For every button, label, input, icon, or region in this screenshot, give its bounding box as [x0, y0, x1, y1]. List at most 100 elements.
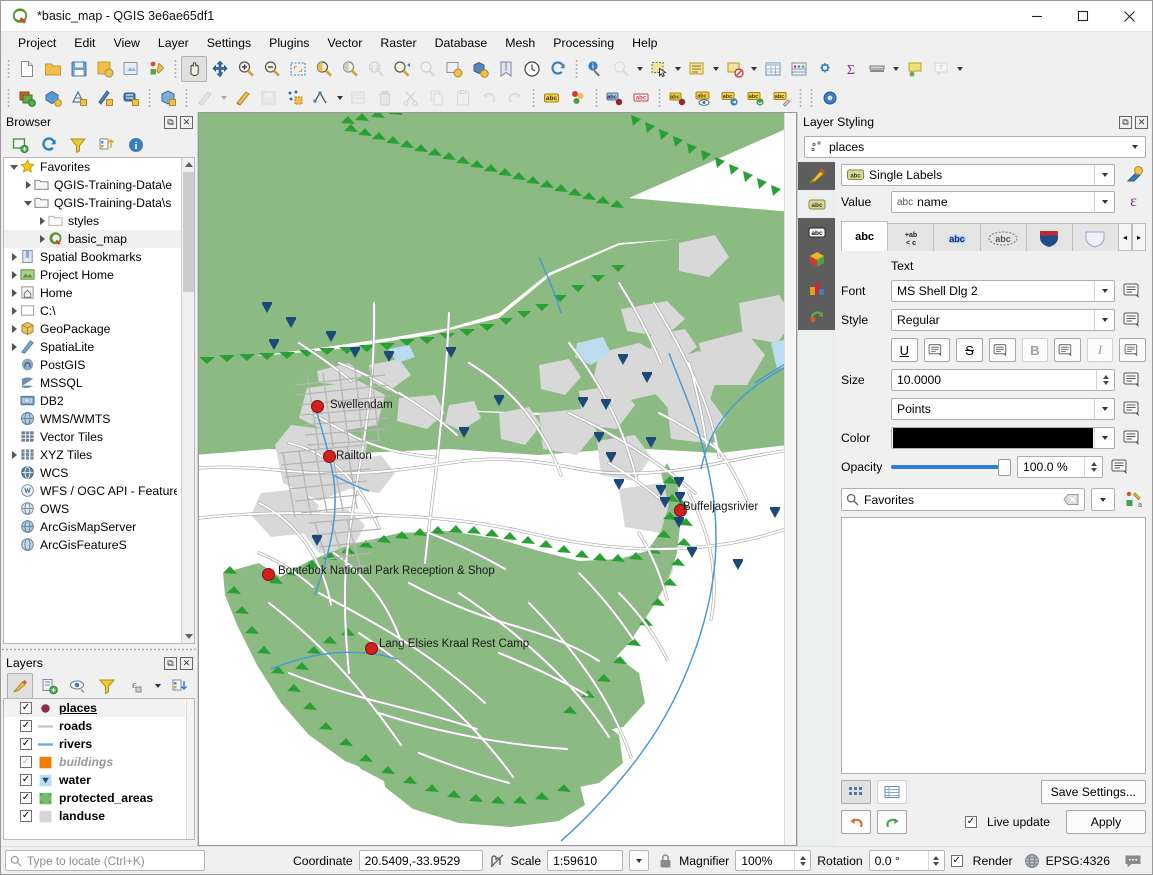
icon-view-button[interactable] — [841, 780, 871, 804]
digitize-grip[interactable] — [146, 87, 153, 109]
save-layer-edits-icon[interactable] — [256, 85, 282, 111]
zoom-next-icon[interactable] — [415, 56, 441, 82]
tree-expander[interactable] — [8, 341, 20, 353]
refresh-icon[interactable] — [545, 56, 571, 82]
messages-icon[interactable] — [1124, 853, 1142, 869]
zoom-to-layer-icon[interactable] — [337, 56, 363, 82]
expression-filter-icon[interactable]: ε — [123, 673, 149, 699]
toggle-editing-icon[interactable] — [230, 85, 256, 111]
delete-selected-icon[interactable] — [372, 85, 398, 111]
browser-tree-item[interactable]: WMS/WMTS — [4, 410, 181, 428]
menu-layer[interactable]: Layer — [149, 34, 198, 52]
modify-attributes-icon[interactable] — [346, 85, 372, 111]
minimize-button[interactable] — [1014, 1, 1060, 32]
layer-visibility-checkbox[interactable]: ✓ — [20, 738, 32, 750]
select-by-value-icon[interactable] — [684, 56, 710, 82]
color-swatch[interactable] — [893, 428, 1093, 448]
browser-tree-item[interactable]: ArcGisMapServer — [4, 518, 181, 536]
tree-expander[interactable] — [8, 323, 20, 335]
open-attribute-table-icon[interactable] — [760, 56, 786, 82]
text-annotation-icon[interactable]: T — [928, 56, 954, 82]
tree-expander[interactable] — [8, 251, 20, 263]
diagram-icon[interactable] — [565, 85, 591, 111]
map-canvas[interactable]: SwellendamRailtonBuffeljagsrivierBontebo… — [199, 113, 796, 845]
save-settings-button[interactable]: Save Settings... — [1041, 780, 1146, 804]
style-search-input[interactable]: Favorites — [841, 488, 1085, 511]
menu-settings[interactable]: Settings — [198, 34, 260, 52]
font-override-icon[interactable] — [1121, 280, 1146, 302]
bold-override-button[interactable] — [1054, 338, 1081, 362]
select-features-icon[interactable] — [646, 56, 672, 82]
font-style-caret-icon[interactable] — [1094, 310, 1114, 330]
layer-list-item[interactable]: ✓places — [4, 699, 185, 717]
pan-map-icon[interactable] — [181, 56, 207, 82]
locate-input[interactable]: Type to locate (Ctrl+K) — [5, 850, 205, 871]
layers-toolbar-grip[interactable] — [5, 87, 12, 109]
font-combo[interactable]: MS Shell Dlg 2 — [891, 280, 1115, 302]
tree-expander[interactable] — [8, 287, 20, 299]
menu-view[interactable]: View — [104, 34, 148, 52]
current-edits-icon[interactable] — [192, 85, 218, 111]
layer-list-item[interactable]: ✓roads — [4, 717, 185, 735]
layer-list-item[interactable]: ✓landuse — [4, 807, 185, 825]
browser-scroll-up-button[interactable] — [182, 158, 195, 171]
vertex-tool-icon[interactable] — [308, 85, 334, 111]
change-label-icon[interactable]: abc — [769, 85, 795, 111]
layers-scrollbar[interactable] — [186, 699, 194, 839]
spatial-bookmarks-icon[interactable] — [493, 56, 519, 82]
menu-database[interactable]: Database — [426, 34, 497, 52]
tree-expander[interactable] — [8, 305, 20, 317]
add-mesh-layer-icon[interactable] — [66, 85, 92, 111]
deselect-features-icon[interactable] — [722, 56, 748, 82]
map-nav-grip[interactable] — [172, 58, 179, 80]
browser-scrollbar[interactable] — [181, 158, 194, 643]
layer-list-item[interactable]: ✓water — [4, 771, 185, 789]
new-geopackage-icon[interactable] — [155, 85, 181, 111]
opacity-slider[interactable] — [891, 456, 1011, 478]
properties-icon[interactable]: i — [123, 132, 149, 158]
open-layer-styling-icon[interactable] — [7, 673, 33, 699]
style-preview-list[interactable] — [841, 517, 1146, 774]
browser-close-button[interactable]: ✕ — [180, 116, 193, 129]
coordinate-input[interactable]: 20.5409,-33.9529 — [359, 850, 483, 871]
labeling-mode-caret-icon[interactable] — [1094, 165, 1114, 185]
show-hide-labels-icon[interactable]: abc — [691, 85, 717, 111]
zoom-in-icon[interactable] — [233, 56, 259, 82]
bold-button[interactable]: B — [1022, 338, 1049, 362]
current-edits-dropdown[interactable] — [218, 85, 230, 111]
new-project-icon[interactable] — [14, 56, 40, 82]
symbology-tab-icon[interactable] — [798, 162, 835, 190]
plugin-icon[interactable] — [817, 85, 843, 111]
opacity-spinbox[interactable]: 100.0 % — [1017, 456, 1103, 478]
highlight-labels-icon[interactable]: abc — [628, 85, 654, 111]
zoom-full-icon[interactable] — [285, 56, 311, 82]
size-unit-override-icon[interactable] — [1121, 398, 1146, 420]
tree-expander[interactable] — [22, 179, 34, 191]
size-override-icon[interactable] — [1121, 369, 1146, 391]
copy-features-icon[interactable] — [424, 85, 450, 111]
identify-features-icon[interactable]: i — [582, 56, 608, 82]
redo-icon[interactable] — [502, 85, 528, 111]
browser-tree-item[interactable]: Favorites — [4, 158, 181, 176]
rotate-label-icon[interactable]: abc — [743, 85, 769, 111]
layer-list-item[interactable]: ✓protected_areas — [4, 789, 185, 807]
size-unit-caret-icon[interactable] — [1094, 399, 1114, 419]
label-settings-icon[interactable] — [1121, 164, 1146, 186]
label-grip[interactable] — [530, 87, 537, 109]
menu-processing[interactable]: Processing — [544, 34, 623, 52]
color-swatch-button[interactable] — [891, 427, 1115, 449]
close-button[interactable] — [1106, 1, 1152, 32]
tree-expander[interactable] — [36, 233, 48, 245]
end-grip-2[interactable] — [808, 87, 815, 109]
open-project-icon[interactable] — [40, 56, 66, 82]
browser-tree-item[interactable]: WCS — [4, 464, 181, 482]
toolbar-grip[interactable] — [5, 58, 12, 80]
menu-project[interactable]: Project — [9, 34, 65, 52]
scale-dropdown[interactable] — [629, 850, 649, 871]
add-raster-layer-icon[interactable] — [40, 85, 66, 111]
render-checkbox[interactable]: ✓ Render — [951, 854, 1013, 868]
browser-tree-item[interactable]: ArcGisFeatureS — [4, 536, 181, 554]
layers-float-button[interactable]: ⧉ — [164, 657, 177, 670]
strikethrough-button[interactable]: S — [956, 338, 983, 362]
tab-next-button[interactable]: ▸ — [1132, 223, 1146, 251]
